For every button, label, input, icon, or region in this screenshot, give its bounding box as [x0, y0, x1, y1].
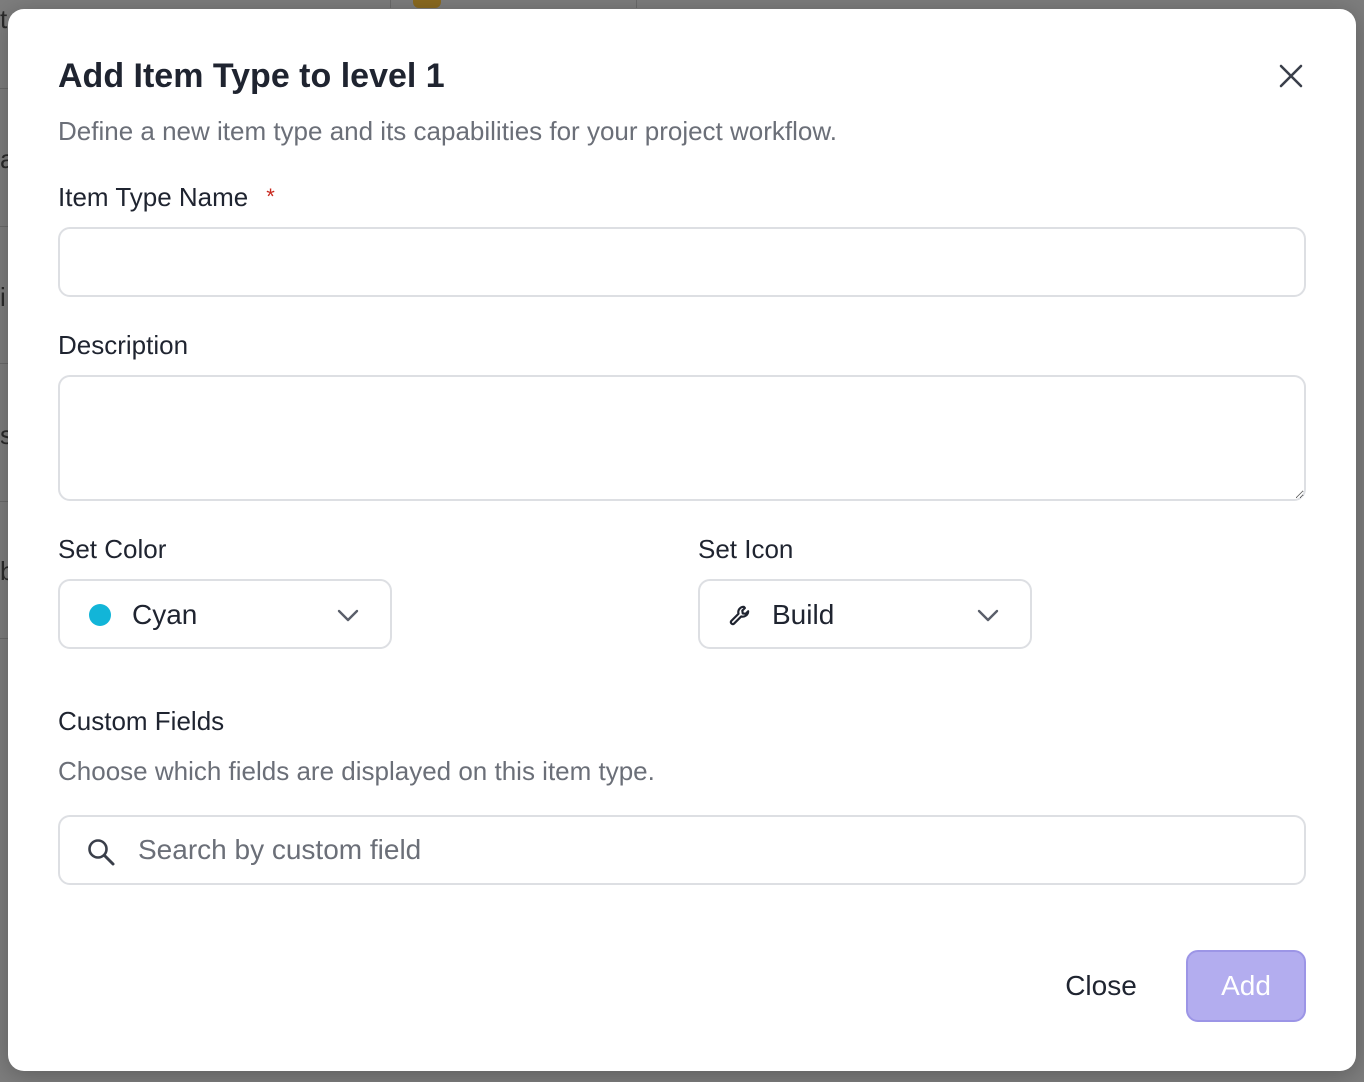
set-color-label: Set Color	[58, 534, 167, 564]
custom-fields-subtitle: Choose which fields are displayed on thi…	[58, 756, 655, 786]
custom-field-search	[58, 815, 1306, 885]
backdrop-divider	[0, 88, 8, 89]
item-type-name-label: Item Type Name *	[58, 181, 275, 213]
wrench-icon	[729, 605, 750, 626]
set-icon-label: Set Icon	[698, 534, 794, 564]
dialog-subtitle: Define a new item type and its capabilit…	[58, 116, 837, 146]
icon-select-value: Build	[772, 599, 835, 630]
item-type-name-label-text: Item Type Name	[58, 182, 249, 212]
backdrop-divider	[390, 0, 391, 8]
search-icon	[88, 839, 115, 866]
backdrop-divider	[0, 226, 8, 227]
chevron-down-icon	[977, 609, 999, 622]
description-label: Description	[58, 330, 189, 360]
close-button[interactable]: Close	[1048, 951, 1154, 1021]
dialog-title: Add Item Type to level 1	[58, 57, 445, 95]
backdrop-divider	[0, 363, 8, 364]
add-button[interactable]: Add	[1186, 950, 1306, 1022]
item-type-name-input[interactable]	[58, 227, 1306, 297]
add-item-type-dialog: Add Item Type to level 1 Define a new it…	[8, 9, 1356, 1071]
close-icon[interactable]	[1274, 59, 1308, 93]
backdrop-divider	[636, 0, 637, 8]
icon-select[interactable]: Build	[698, 579, 1032, 649]
description-textarea[interactable]	[58, 375, 1306, 501]
search-input[interactable]	[138, 827, 1278, 873]
color-select[interactable]: Cyan	[58, 579, 392, 649]
color-select-value: Cyan	[132, 599, 198, 630]
backdrop-badge	[413, 0, 441, 8]
custom-fields-title: Custom Fields	[58, 706, 225, 736]
chevron-down-icon	[337, 609, 359, 622]
color-swatch	[89, 604, 111, 626]
backdrop-divider	[0, 638, 8, 639]
backdrop-divider	[0, 501, 8, 502]
required-marker: *	[266, 184, 275, 209]
